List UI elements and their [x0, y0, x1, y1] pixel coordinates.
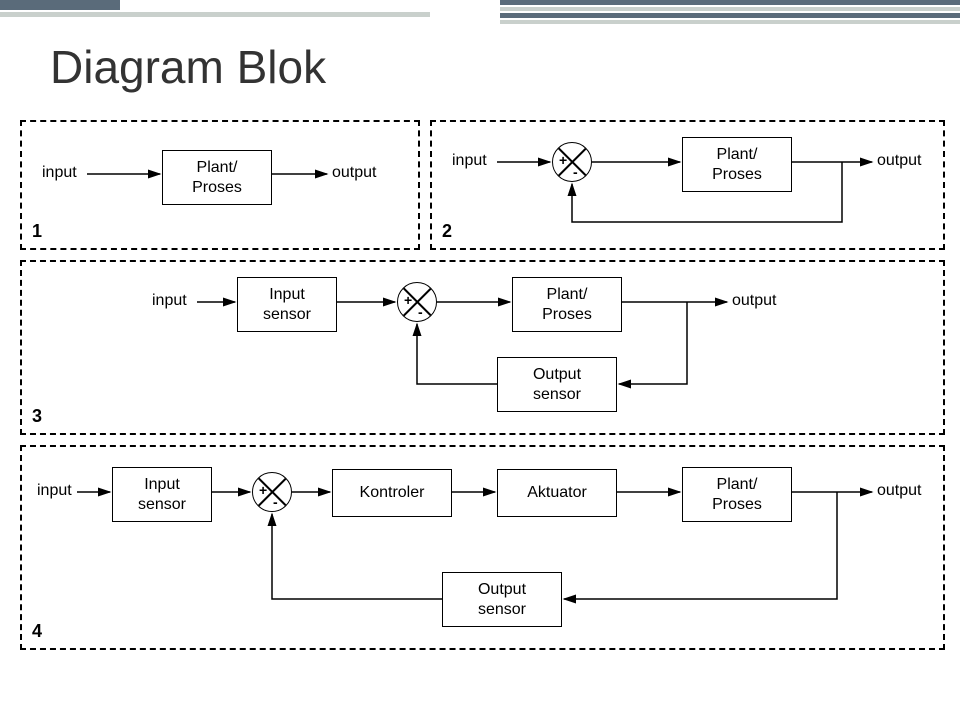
output-sensor-block: Output sensor [442, 572, 562, 627]
output-label: output [732, 292, 776, 310]
panel-2: 2 input + - Plant/ Proses output [430, 120, 945, 250]
summing-junction: + - [252, 472, 292, 512]
aktuator-block: Aktuator [497, 469, 617, 517]
summing-junction: + - [397, 282, 437, 322]
plant-block: Plant/ Proses [682, 467, 792, 522]
input-label: input [152, 292, 187, 310]
input-label: input [42, 164, 77, 182]
panel-4: 4 input Input sensor + - Kontroler Aktua… [20, 445, 945, 650]
minus-sign: - [573, 164, 578, 180]
plus-sign: + [559, 152, 567, 168]
panel-3-number: 3 [32, 406, 42, 427]
plus-sign: + [404, 292, 412, 308]
output-label: output [332, 164, 376, 182]
plant-block: Plant/ Proses [682, 137, 792, 192]
panel-1-number: 1 [32, 221, 42, 242]
kontroler-block: Kontroler [332, 469, 452, 517]
output-sensor-block: Output sensor [497, 357, 617, 412]
plant-block: Plant/ Proses [512, 277, 622, 332]
input-label: input [452, 152, 487, 170]
summing-junction: + - [552, 142, 592, 182]
minus-sign: - [418, 304, 423, 320]
input-sensor-block: Input sensor [112, 467, 212, 522]
panel-4-number: 4 [32, 621, 42, 642]
panel-1: 1 input Plant/ Proses output [20, 120, 420, 250]
panel-3: 3 input Input sensor + - Plant/ Proses o… [20, 260, 945, 435]
minus-sign: - [273, 494, 278, 510]
page-title: Diagram Blok [50, 40, 326, 94]
panel-2-number: 2 [442, 221, 452, 242]
plus-sign: + [259, 482, 267, 498]
input-sensor-block: Input sensor [237, 277, 337, 332]
output-label: output [877, 152, 921, 170]
output-label: output [877, 482, 921, 500]
header-decoration [0, 0, 960, 25]
plant-block: Plant/ Proses [162, 150, 272, 205]
input-label: input [37, 482, 72, 500]
